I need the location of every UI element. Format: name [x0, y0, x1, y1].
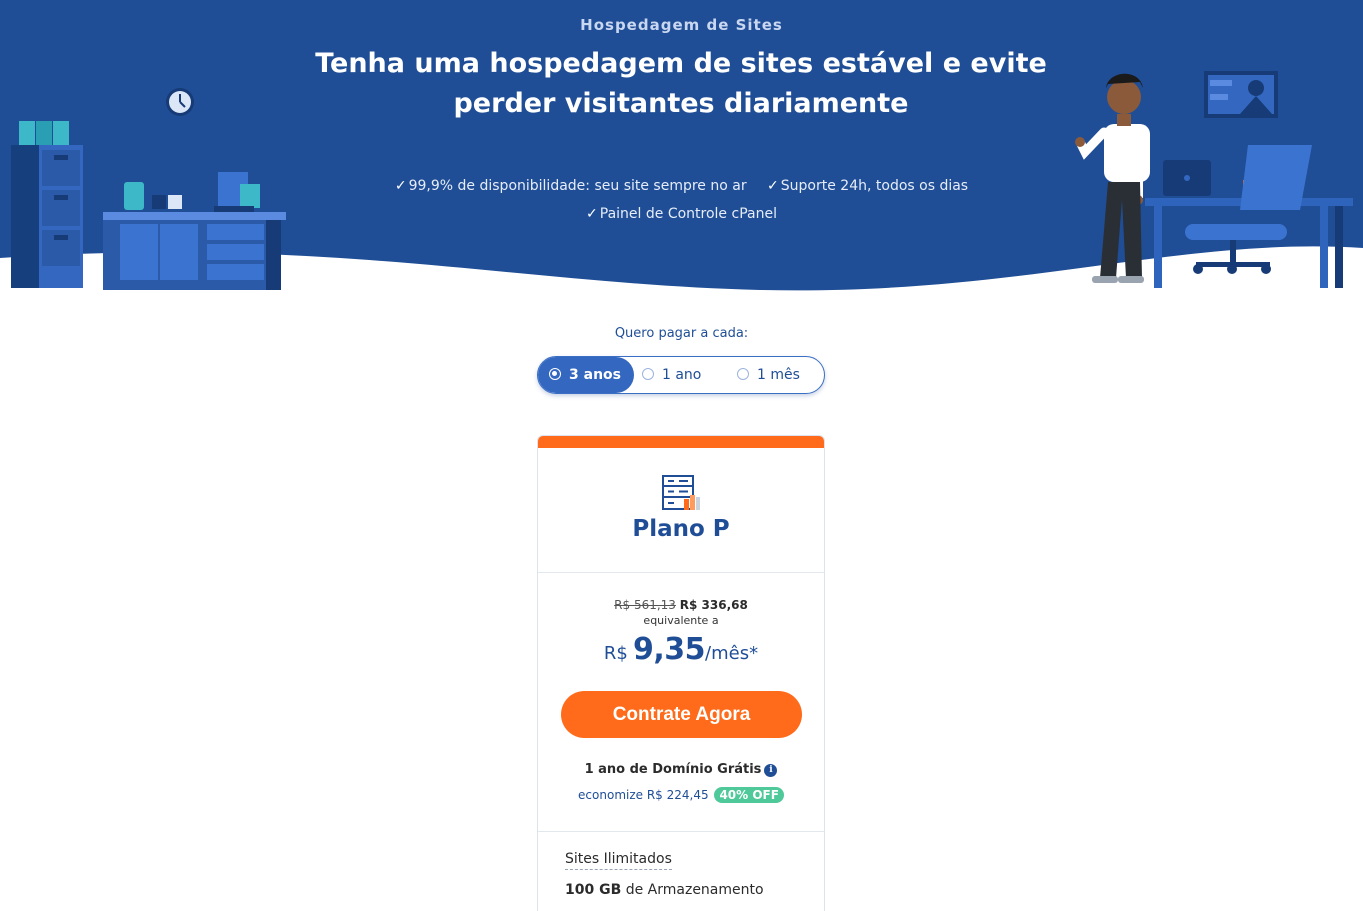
billing-option-1-year[interactable]: 1 ano [642, 357, 732, 393]
billing-option-3-years[interactable]: 3 anos [538, 357, 634, 393]
card-divider [538, 831, 824, 832]
radio-selected-icon [549, 368, 561, 380]
monthly-price: R$ 9,35/mês* [538, 632, 824, 667]
discount-badge: 40% OFF [714, 787, 784, 803]
info-icon[interactable]: i [764, 764, 778, 777]
plan-card-accent-bar [538, 436, 824, 448]
list-item: 100 GB de Armazenamento [565, 881, 805, 911]
feature-uptime: ✓ 99,9% de disponibilidade: seu site semp… [395, 172, 747, 200]
feature-cpanel: ✓ Painel de Controle cPanel [586, 200, 777, 228]
price-amount: 9,35 [632, 632, 706, 667]
old-price: R$ 561,13 [614, 598, 676, 612]
price-currency: R$ [603, 643, 628, 664]
list-item: Sites Ilimitados [565, 850, 805, 881]
hero-eyebrow: Hospedagem de Sites [580, 16, 783, 34]
picture-frame-illustration [1204, 71, 1278, 118]
check-icon: ✓ [767, 178, 779, 194]
billing-period-label: Quero pagar a cada: [614, 326, 749, 341]
price-comparison: R$ 561,13 R$ 336,68 [538, 598, 824, 612]
storage-label: de Armazenamento [625, 882, 764, 898]
hero-headline: Tenha uma hospedagem de sites estável e … [315, 48, 1047, 119]
plan-name: Plano P [632, 516, 730, 542]
hero-features: ✓ 99,9% de disponibilidade: seu site semp… [0, 172, 1363, 228]
plan-card: Plano P R$ 561,13 R$ 336,68 equivalente … [537, 435, 825, 911]
server-icon [662, 475, 700, 510]
new-total-price: R$ 336,68 [679, 598, 748, 612]
check-icon: ✓ [394, 178, 407, 194]
feature-support: ✓ Suporte 24h, todos os dias [767, 172, 968, 200]
contract-now-button[interactable]: Contrate Agora [561, 691, 802, 738]
equivalent-label: equivalente a [643, 614, 719, 627]
billing-period-toggle[interactable]: 3 anos 1 ano 1 mês [537, 356, 825, 394]
price-period: /mês* [705, 643, 759, 664]
check-icon: ✓ [586, 206, 598, 222]
card-divider [538, 572, 824, 573]
billing-option-1-month[interactable]: 1 mês [737, 357, 827, 393]
storage-amount: 100 GB [565, 882, 622, 898]
saving-text: economize R$ 224,45 [578, 788, 709, 802]
free-domain-offer: 1 ano de Domínio Grátis i [538, 762, 824, 777]
radio-icon [737, 368, 749, 380]
clock-illustration [166, 88, 194, 116]
feature-sites[interactable]: Sites Ilimitados [565, 851, 672, 870]
hero-section: Hospedagem de Sites Tenha uma hospedagem… [0, 0, 1363, 300]
saving-info: economize R$ 224,45 40% OFF [538, 787, 824, 803]
plan-features-list: Sites Ilimitados 100 GB de Armazenamento [565, 850, 805, 911]
radio-icon [642, 368, 654, 380]
